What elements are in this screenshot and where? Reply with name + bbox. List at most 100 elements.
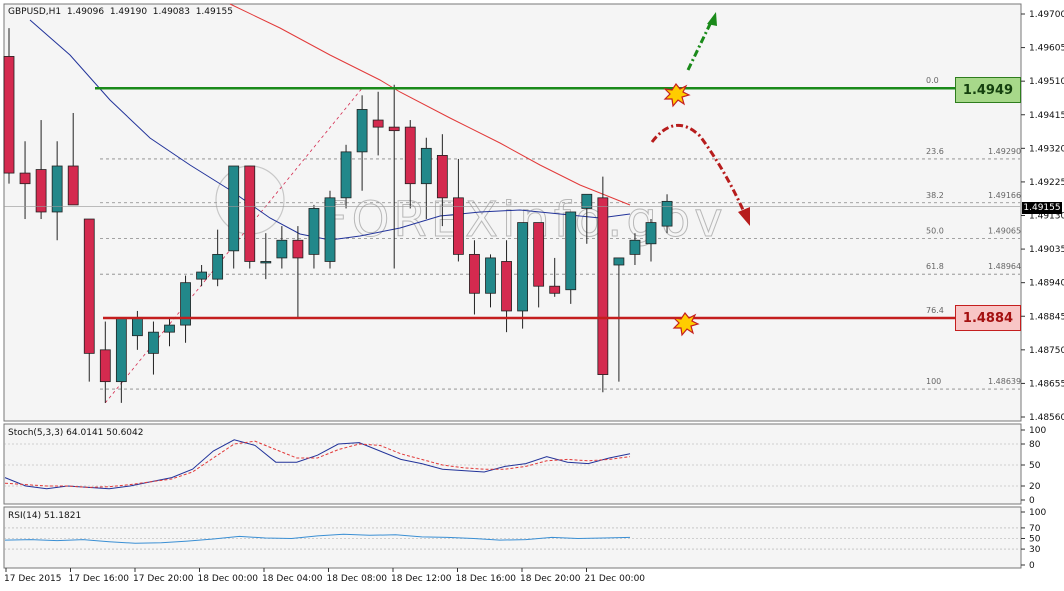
bear-candle-body	[83, 218, 95, 354]
fib-price-label: 1.48639	[988, 377, 1021, 386]
fib-price-label: 1.49065	[988, 226, 1021, 235]
time-tick-label: 18 Dec 12:00	[391, 574, 452, 584]
bull-candle-body	[51, 165, 63, 213]
bull-candle-body	[164, 324, 175, 333]
bull-candle-body	[115, 317, 127, 383]
bear-candle-body	[469, 253, 480, 294]
bear-candle-body	[244, 165, 256, 262]
time-tick-label: 17 Dec 20:00	[133, 574, 194, 584]
bear-candle-body	[452, 197, 464, 255]
bull-candle-body	[340, 151, 352, 199]
fib-price-label: 1.48964	[988, 262, 1021, 271]
symbol-header: GBPUSD,H1 1.49096 1.49190 1.49083 1.4915…	[8, 7, 233, 17]
fib-level-label: 61.8	[926, 262, 944, 271]
osc-tick-label: 0	[1029, 561, 1035, 571]
bull-candle-body	[196, 271, 208, 280]
bull-candle-body	[565, 211, 577, 291]
time-tick-label: 18 Dec 04:00	[262, 574, 323, 584]
osc-tick-label: 0	[1029, 496, 1035, 506]
osc-tick-label: 100	[1029, 508, 1046, 518]
candle	[244, 165, 256, 269]
bull-candle-body	[661, 200, 673, 227]
price-tick-label: 1.48845	[1029, 312, 1064, 322]
candle	[324, 190, 336, 269]
stoch-pane-frame	[3, 423, 1022, 505]
fib-level-label: 76.4	[926, 306, 944, 315]
price-tick-label: 1.48750	[1029, 346, 1064, 356]
time-tick-label: 18 Dec 20:00	[520, 574, 581, 584]
time-tick-label: 18 Dec 00:00	[198, 574, 259, 584]
bull-candle-body	[212, 253, 224, 280]
price-tick-label: 1.49510	[1029, 77, 1064, 87]
price-tick-label: 1.49415	[1029, 111, 1064, 121]
price-tick-label: 1.49225	[1029, 178, 1064, 188]
fib-price-label: 1.49290	[988, 147, 1021, 156]
bull-candle-body	[356, 109, 368, 153]
osc-tick-label: 100	[1029, 426, 1046, 436]
price-tick-label: 1.49320	[1029, 144, 1064, 154]
stoch-label: Stoch(5,3,3) 64.0141 50.6042	[8, 428, 144, 438]
time-tick-label: 18 Dec 16:00	[456, 574, 517, 584]
chart-window: FOREXinfo.gov 0.0 23.6 1.49290 38.2 1.49166 5…	[0, 0, 1064, 591]
price-axis: 1.49700 1.49605 1.49510 1.49415 1.49320 1.492…	[1021, 10, 1064, 423]
fib-price-label: 1.49166	[988, 191, 1021, 200]
bear-candle-body	[35, 169, 47, 213]
bear-candle-body	[3, 56, 15, 174]
bear-candle-body	[388, 126, 400, 132]
time-tick-label: 18 Dec 08:00	[327, 574, 388, 584]
price-tick-label: 1.48655	[1029, 379, 1064, 389]
price-tick-label: 1.49605	[1029, 44, 1064, 54]
osc-tick-label: 70	[1029, 524, 1041, 534]
chart-canvas[interactable]: FOREXinfo.gov 0.023.6 1.4929038.2 1.491665…	[0, 0, 1064, 591]
price-tick-label: 1.49700	[1029, 10, 1064, 20]
osc-tick-label: 80	[1029, 440, 1041, 450]
bull-candle-body	[485, 257, 496, 294]
time-tick-label: 17 Dec 16:00	[69, 574, 130, 584]
bear-candle-body	[292, 239, 304, 259]
bull-candle-body	[581, 193, 593, 209]
bear-candle-body	[372, 119, 384, 128]
bear-candle-body	[501, 261, 512, 312]
time-tick-label: 17 Dec 2015	[4, 574, 62, 584]
bull-candle-body	[645, 222, 657, 245]
rsi-pane-frame	[3, 506, 1022, 569]
bear-candle-body	[549, 285, 561, 294]
bear-candle-body	[436, 155, 448, 199]
osc-tick-label: 50	[1029, 535, 1041, 545]
fib-level-label: 38.2	[926, 191, 944, 200]
price-tick-label: 1.48940	[1029, 279, 1064, 289]
bear-candle-body	[67, 165, 79, 206]
rsi-label: RSI(14) 51.1821	[8, 511, 82, 521]
fib-level-label: 0.0	[926, 76, 939, 85]
fib-level-label: 50.0	[926, 226, 944, 235]
bull-candle-body	[517, 222, 528, 312]
osc-tick-label: 50	[1029, 461, 1041, 471]
resistance-price-tag: 1.4949	[955, 77, 1021, 103]
bull-candle-body	[420, 147, 432, 185]
bear-candle-body	[533, 222, 545, 287]
osc-tick-label: 20	[1029, 482, 1041, 492]
fib-level-label: 100	[926, 377, 941, 386]
bull-candle-body	[276, 239, 288, 259]
support-price-tag: 1.4884	[955, 305, 1021, 331]
time-tick-label: 21 Dec 00:00	[585, 574, 646, 584]
osc-tick-label: 30	[1029, 545, 1041, 555]
bull-candle-body	[260, 261, 272, 264]
fib-level-label: 23.6	[926, 147, 944, 156]
bull-candle-body	[148, 331, 159, 354]
candle	[597, 176, 609, 393]
time-axis: 17 Dec 2015 17 Dec 16:00 17 Dec 20:00 18 De…	[4, 568, 645, 584]
candle	[565, 211, 577, 304]
bull-candle-body	[131, 317, 143, 337]
bull-candle-body	[629, 239, 641, 255]
bear-candle-body	[19, 172, 31, 185]
bear-candle-body	[597, 197, 609, 375]
price-tick-label: 1.49035	[1029, 245, 1064, 255]
bull-candle-body	[308, 208, 320, 255]
price-tick-label: 1.48560	[1029, 413, 1064, 423]
bull-candle-body	[613, 257, 625, 266]
current-price-tag: 1.49155	[1022, 202, 1062, 214]
bear-candle-body	[404, 126, 416, 185]
bear-candle-body	[99, 349, 111, 383]
bull-candle-body	[228, 165, 240, 252]
